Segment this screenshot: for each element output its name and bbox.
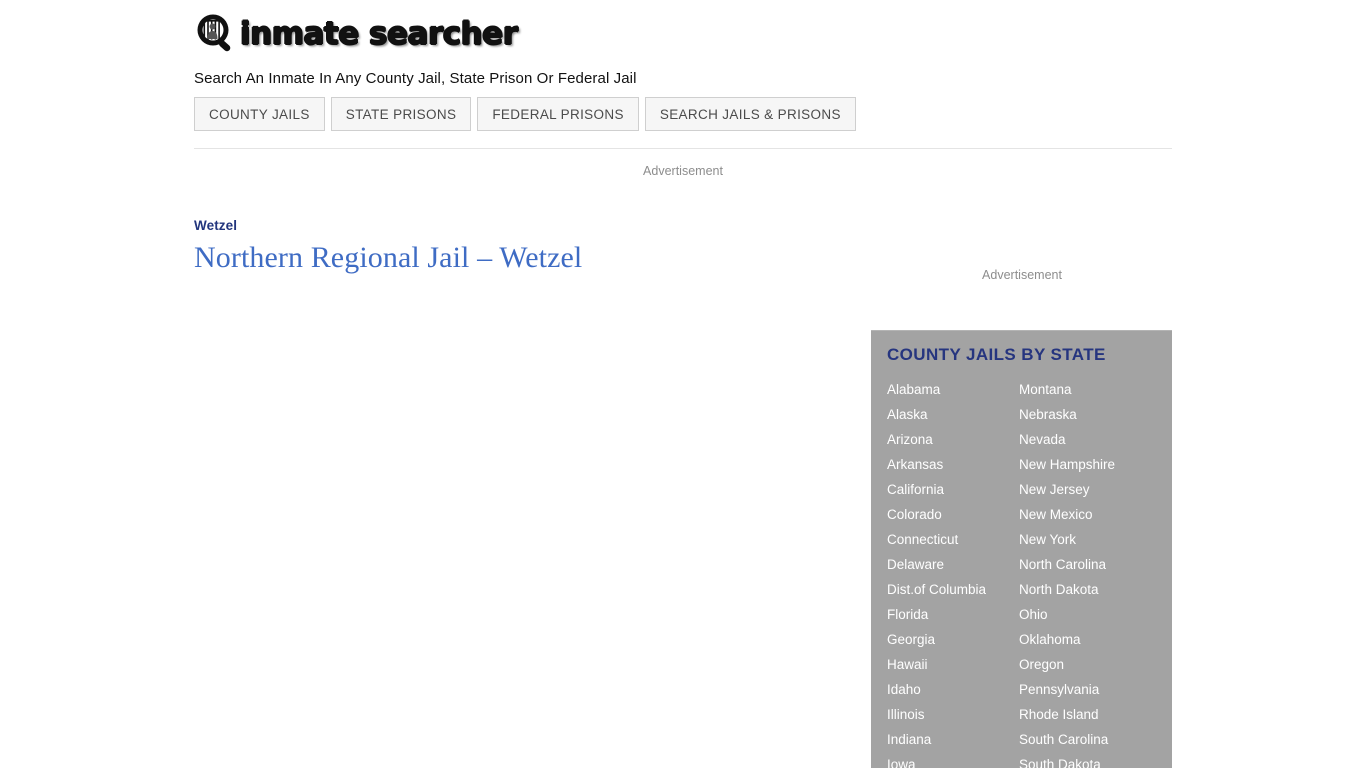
- nav-item-state-prisons[interactable]: STATE PRISONS: [330, 97, 472, 131]
- main-navigation: COUNTY JAILS STATE PRISONS FEDERAL PRISO…: [194, 97, 856, 131]
- state-link[interactable]: New Jersey: [1019, 477, 1169, 502]
- state-link[interactable]: Colorado: [887, 502, 1019, 527]
- state-link[interactable]: Rhode Island: [1019, 702, 1169, 727]
- state-link[interactable]: Florida: [887, 602, 1019, 627]
- article-header: Wetzel Northern Regional Jail – Wetzel: [194, 218, 834, 277]
- state-link[interactable]: Nebraska: [1019, 402, 1169, 427]
- site-logo-link[interactable]: inmate searcher: [194, 12, 1172, 54]
- state-link[interactable]: Oregon: [1019, 652, 1169, 677]
- state-link[interactable]: Arizona: [887, 427, 1019, 452]
- state-link[interactable]: Connecticut: [887, 527, 1019, 552]
- state-link[interactable]: Indiana: [887, 727, 1019, 752]
- sidebar: COUNTY JAILS BY STATE Alabama Alaska Arizo…: [871, 330, 1172, 768]
- nav-item-federal-prisons[interactable]: FEDERAL PRISONS: [477, 97, 639, 131]
- nav-item-county-jails[interactable]: COUNTY JAILS: [194, 97, 325, 131]
- state-link[interactable]: Delaware: [887, 552, 1019, 577]
- state-link[interactable]: Georgia: [887, 627, 1019, 652]
- state-link[interactable]: Pennsylvania: [1019, 677, 1169, 702]
- site-tagline: Search An Inmate In Any County Jail, Sta…: [194, 70, 637, 87]
- header-divider: [194, 148, 1172, 149]
- state-link-columns: Alabama Alaska Arizona Arkansas California Co…: [887, 377, 1156, 768]
- state-link[interactable]: North Carolina: [1019, 552, 1169, 577]
- top-ad-label: Advertisement: [643, 164, 723, 178]
- site-logo-text: inmate searcher: [240, 16, 518, 52]
- state-link[interactable]: Dist.of Columbia: [887, 577, 1019, 602]
- state-link[interactable]: Illinois: [887, 702, 1019, 727]
- state-link[interactable]: South Carolina: [1019, 727, 1169, 752]
- state-link[interactable]: Alaska: [887, 402, 1019, 427]
- state-link[interactable]: Montana: [1019, 377, 1169, 402]
- state-link[interactable]: California: [887, 477, 1019, 502]
- state-link[interactable]: Ohio: [1019, 602, 1169, 627]
- state-link[interactable]: Idaho: [887, 677, 1019, 702]
- state-column-left: Alabama Alaska Arizona Arkansas California Co…: [887, 377, 1019, 768]
- state-link[interactable]: Alabama: [887, 377, 1019, 402]
- article-category[interactable]: Wetzel: [194, 218, 834, 233]
- state-link[interactable]: Oklahoma: [1019, 627, 1169, 652]
- content-container: inmate searcher Search An Inmate In Any …: [194, 0, 1172, 768]
- state-link[interactable]: Hawaii: [887, 652, 1019, 677]
- state-link[interactable]: New York: [1019, 527, 1169, 552]
- nav-item-search-jails-prisons[interactable]: SEARCH JAILS & PRISONS: [644, 97, 856, 131]
- state-link[interactable]: New Mexico: [1019, 502, 1169, 527]
- state-link[interactable]: Arkansas: [887, 452, 1019, 477]
- state-link[interactable]: North Dakota: [1019, 577, 1169, 602]
- page-root: inmate searcher Search An Inmate In Any …: [0, 0, 1366, 768]
- state-link[interactable]: Iowa: [887, 752, 1019, 768]
- site-header: inmate searcher Search An Inmate In Any …: [194, 12, 1172, 87]
- article-title[interactable]: Northern Regional Jail – Wetzel: [194, 239, 834, 277]
- state-column-right: Montana Nebraska Nevada New Hampshire New Je…: [1019, 377, 1169, 768]
- state-link[interactable]: New Hampshire: [1019, 452, 1169, 477]
- widget-title: COUNTY JAILS BY STATE: [887, 345, 1106, 364]
- magnifier-jail-icon: [194, 13, 238, 53]
- state-link[interactable]: Nevada: [1019, 427, 1169, 452]
- state-link[interactable]: South Dakota: [1019, 752, 1169, 768]
- sidebar-ad-label: Advertisement: [982, 268, 1062, 282]
- county-jails-by-state-widget: COUNTY JAILS BY STATE Alabama Alaska Arizo…: [871, 330, 1172, 768]
